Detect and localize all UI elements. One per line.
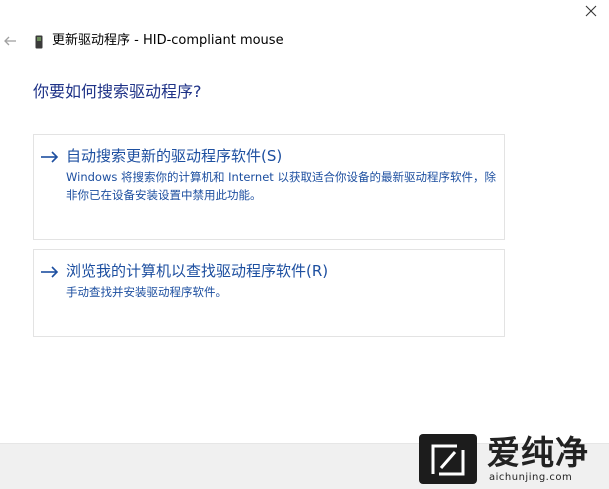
dialog-titlebar: 更新驱动程序 - HID-compliant mouse	[0, 0, 609, 60]
browse-computer-option[interactable]: 浏览我的计算机以查找驱动程序软件(R) 手动查找并安装驱动程序软件。	[33, 249, 505, 337]
watermark-name: 爱纯净	[487, 433, 589, 472]
auto-search-option[interactable]: 自动搜索更新的驱动程序软件(S) Windows 将搜索你的计算机和 Inter…	[33, 134, 505, 240]
watermark-logo-icon	[419, 434, 477, 484]
arrow-right-icon	[39, 149, 61, 165]
device-icon	[34, 34, 44, 49]
page-heading: 你要如何搜索驱动程序?	[33, 82, 202, 101]
back-arrow-icon[interactable]	[3, 33, 19, 49]
window-title: 更新驱动程序 - HID-compliant mouse	[52, 33, 284, 48]
option-description: Windows 将搜索你的计算机和 Internet 以获取适合你设备的最新驱动…	[66, 170, 496, 202]
close-icon[interactable]	[582, 2, 600, 20]
watermark-url: aichunjing.com	[489, 472, 573, 483]
option-title: 自动搜索更新的驱动程序软件(S)	[66, 147, 283, 165]
option-description: 手动查找并安装驱动程序软件。	[66, 285, 227, 299]
option-title: 浏览我的计算机以查找驱动程序软件(R)	[66, 262, 329, 280]
arrow-right-icon	[39, 264, 61, 280]
